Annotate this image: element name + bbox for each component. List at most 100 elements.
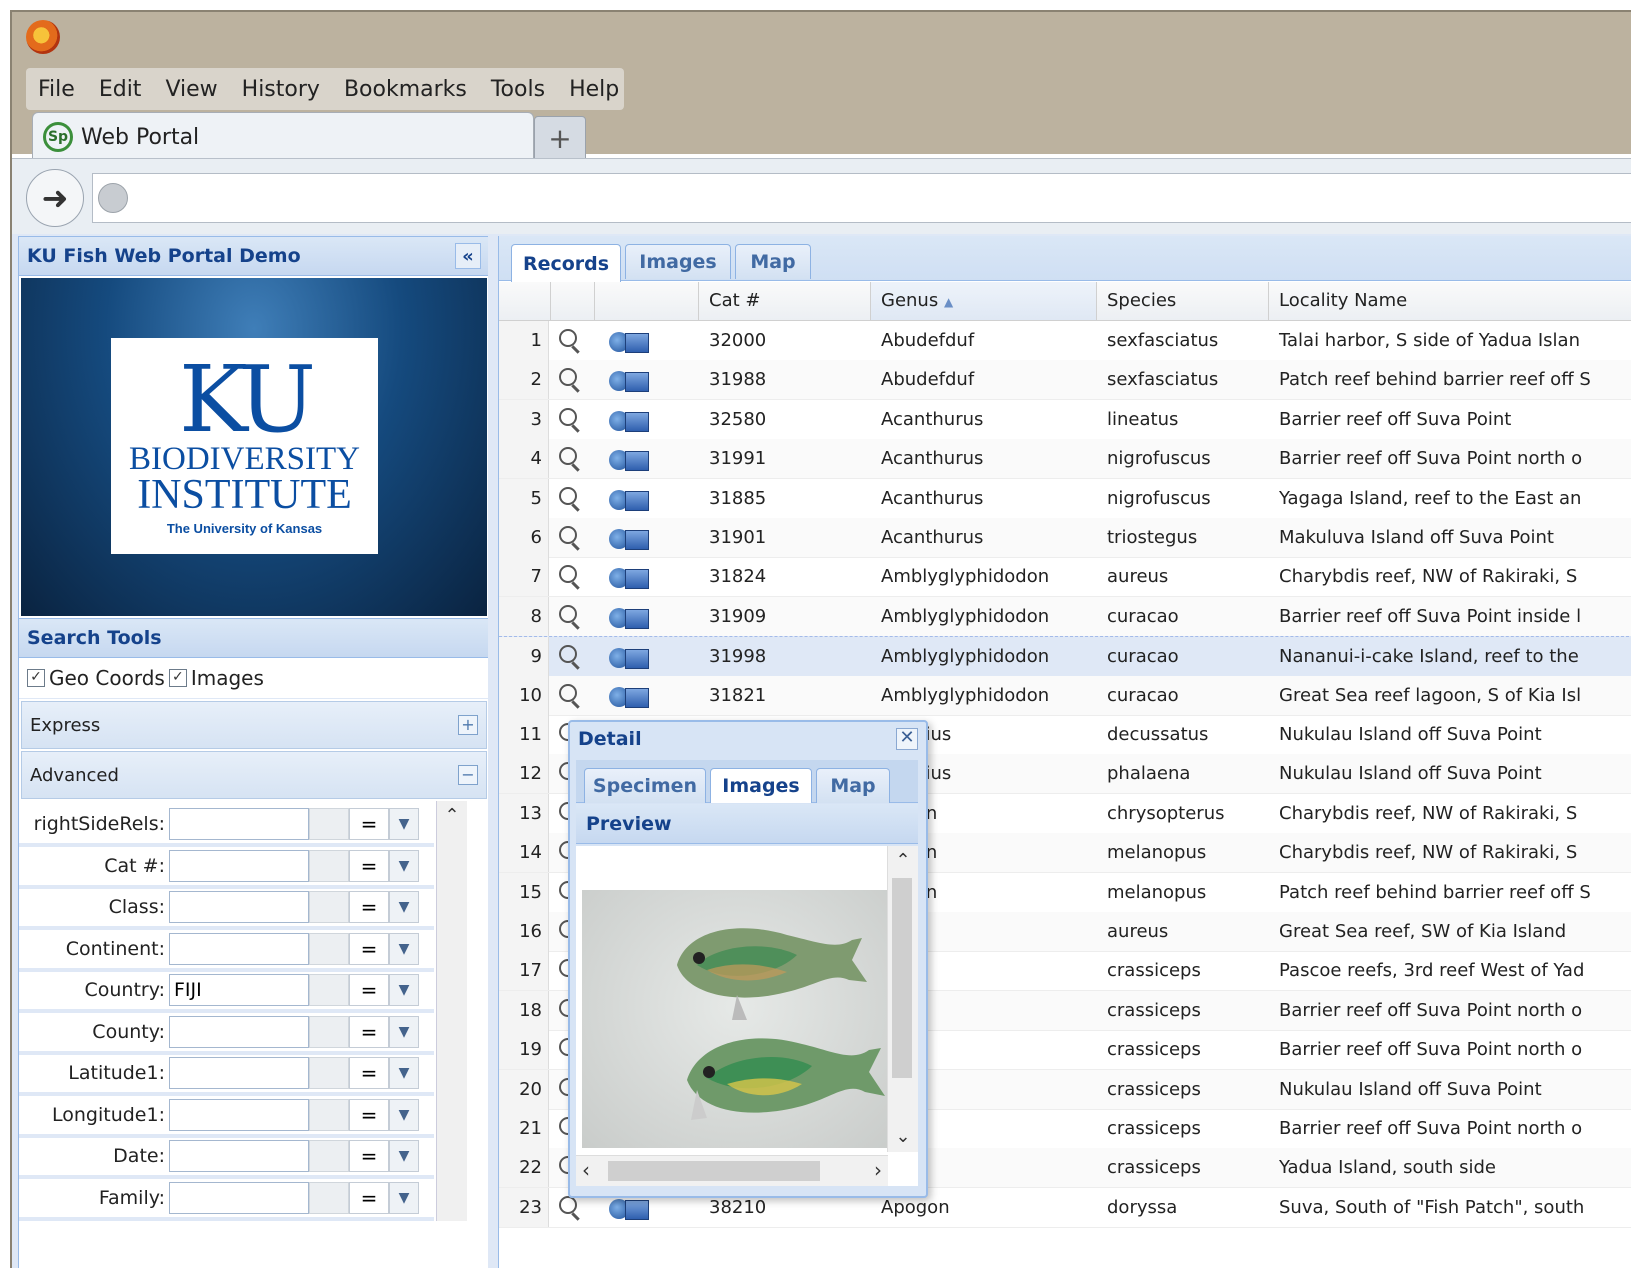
image-icon[interactable]	[625, 490, 649, 511]
panel-splitter[interactable]	[488, 234, 498, 1268]
image-icon[interactable]	[625, 1199, 649, 1220]
scroll-right-icon[interactable]: ›	[874, 1158, 882, 1182]
search-icon[interactable]	[559, 604, 577, 623]
search-icon[interactable]	[559, 526, 577, 544]
tab-records[interactable]: Records	[511, 244, 621, 282]
search-field-input[interactable]	[169, 1057, 309, 1089]
image-icon[interactable]	[625, 530, 649, 550]
scroll-up-icon[interactable]: ⌃	[888, 846, 918, 876]
operator-select[interactable]: =	[349, 1140, 389, 1172]
detail-tab-images[interactable]: Images	[710, 768, 812, 803]
collapse-panel-button[interactable]: «	[455, 243, 481, 269]
search-icon[interactable]	[559, 645, 577, 664]
image-icon[interactable]	[625, 451, 649, 472]
chevron-down-icon[interactable]: ▼	[389, 932, 419, 965]
table-row[interactable]: 4 31991 Acanthurus nigrofuscus Barrier reef …	[499, 439, 1631, 480]
search-field-input[interactable]	[169, 1140, 309, 1172]
image-icon[interactable]	[625, 649, 649, 670]
detail-tab-specimen[interactable]: Specimen	[584, 768, 706, 803]
operator-select[interactable]: =	[349, 849, 389, 882]
chevron-down-icon[interactable]: ▼	[389, 974, 419, 1006]
search-icon[interactable]	[559, 447, 577, 466]
operator-select[interactable]: =	[349, 808, 389, 840]
search-field-input[interactable]	[169, 1015, 309, 1048]
image-icon[interactable]	[625, 569, 649, 590]
header-genus[interactable]: Genus ▲	[871, 282, 1097, 320]
scroll-left-icon[interactable]: ‹	[582, 1158, 590, 1182]
url-bar[interactable]	[92, 173, 1631, 223]
scroll-up-icon[interactable]: ⌃	[437, 801, 467, 831]
firefox-logo-icon[interactable]	[26, 20, 60, 54]
search-field-input[interactable]	[169, 1181, 309, 1214]
chevron-down-icon[interactable]: ▼	[389, 891, 419, 923]
image-icon[interactable]	[625, 411, 649, 432]
fields-scrollbar[interactable]: ⌃	[436, 801, 467, 1221]
search-field-input[interactable]	[169, 808, 309, 840]
search-field-input[interactable]: FIJI	[169, 974, 309, 1006]
chevron-down-icon[interactable]: ▼	[389, 808, 419, 840]
back-button[interactable]: ➜	[26, 169, 84, 227]
table-row[interactable]: 1 32000 Abudefduf sexfasciatus Talai harbor,…	[499, 321, 1631, 361]
search-icon[interactable]	[559, 565, 577, 584]
search-field-input[interactable]	[169, 1098, 309, 1131]
search-icon[interactable]	[559, 683, 577, 702]
image-icon[interactable]	[625, 372, 649, 393]
table-row[interactable]: 8 31909 Amblyglyphidodon curacao Barrier ree…	[499, 596, 1631, 637]
search-icon[interactable]	[559, 486, 577, 505]
preview-horizontal-scrollbar[interactable]: ‹ ›	[576, 1155, 888, 1186]
menu-help[interactable]: Help	[557, 77, 631, 102]
menu-history[interactable]: History	[230, 77, 332, 102]
menu-bookmarks[interactable]: Bookmarks	[332, 77, 479, 102]
menu-edit[interactable]: Edit	[87, 77, 154, 102]
detail-tab-map[interactable]: Map	[816, 768, 890, 803]
table-row[interactable]: 5 31885 Acanthurus nigrofuscus Yagaga Island…	[499, 478, 1631, 519]
menu-view[interactable]: View	[153, 77, 229, 102]
preview-vertical-scrollbar[interactable]: ⌃ ⌄	[887, 846, 918, 1152]
image-icon[interactable]	[625, 333, 649, 353]
menu-file[interactable]: File	[26, 77, 87, 102]
search-icon[interactable]	[559, 368, 577, 387]
site-identity-icon[interactable]	[98, 183, 128, 213]
images-checkbox[interactable]: ✓	[168, 669, 187, 687]
header-locality[interactable]: Locality Name	[1269, 282, 1631, 320]
operator-select[interactable]: =	[349, 1181, 389, 1214]
chevron-down-icon[interactable]: ▼	[389, 1140, 419, 1172]
menu-tools[interactable]: Tools	[479, 77, 557, 102]
chevron-down-icon[interactable]: ▼	[389, 1057, 419, 1089]
operator-select[interactable]: =	[349, 1098, 389, 1131]
geo-coords-checkbox[interactable]: ✓	[27, 669, 45, 687]
chevron-down-icon[interactable]: ▼	[389, 1181, 419, 1214]
operator-select[interactable]: =	[349, 1015, 389, 1048]
operator-select[interactable]: =	[349, 1057, 389, 1089]
search-field-input[interactable]	[169, 932, 309, 965]
operator-select[interactable]: =	[349, 932, 389, 965]
scroll-thumb[interactable]	[892, 878, 912, 1078]
header-cat[interactable]: Cat #	[699, 282, 871, 320]
table-row[interactable]: 10 31821 Amblyglyphidodon curacao Great Sea …	[499, 675, 1631, 716]
search-field-input[interactable]	[169, 891, 309, 923]
express-section[interactable]: Express +	[21, 701, 487, 749]
advanced-section[interactable]: Advanced −	[21, 751, 487, 799]
scroll-down-icon[interactable]: ⌄	[888, 1122, 918, 1152]
image-icon[interactable]	[625, 608, 649, 629]
search-icon[interactable]	[559, 329, 577, 347]
tab-images[interactable]: Images	[625, 244, 731, 279]
table-row[interactable]: 2 31988 Abudefduf sexfasciatus Patch reef be…	[499, 360, 1631, 401]
search-icon[interactable]	[559, 1195, 577, 1214]
close-icon[interactable]: ✕	[896, 728, 918, 750]
table-row[interactable]: 9 31998 Amblyglyphidodon curacao Nananui-i-c…	[499, 636, 1631, 678]
tab-map[interactable]: Map	[735, 244, 811, 279]
chevron-down-icon[interactable]: ▼	[389, 1015, 419, 1048]
image-icon[interactable]	[625, 687, 649, 708]
collapse-icon[interactable]: −	[458, 765, 478, 785]
specimen-photo[interactable]	[582, 890, 892, 1148]
header-species[interactable]: Species	[1097, 282, 1269, 320]
table-row[interactable]: 6 31901 Acanthurus triostegus Makuluva Islan…	[499, 518, 1631, 558]
new-tab-button[interactable]: +	[534, 116, 586, 160]
expand-icon[interactable]: +	[458, 715, 478, 735]
browser-tab[interactable]: Sp Web Portal	[32, 112, 534, 161]
search-icon[interactable]	[559, 407, 577, 426]
operator-select[interactable]: =	[349, 891, 389, 923]
scroll-thumb-horizontal[interactable]	[608, 1161, 820, 1181]
operator-select[interactable]: =	[349, 974, 389, 1006]
